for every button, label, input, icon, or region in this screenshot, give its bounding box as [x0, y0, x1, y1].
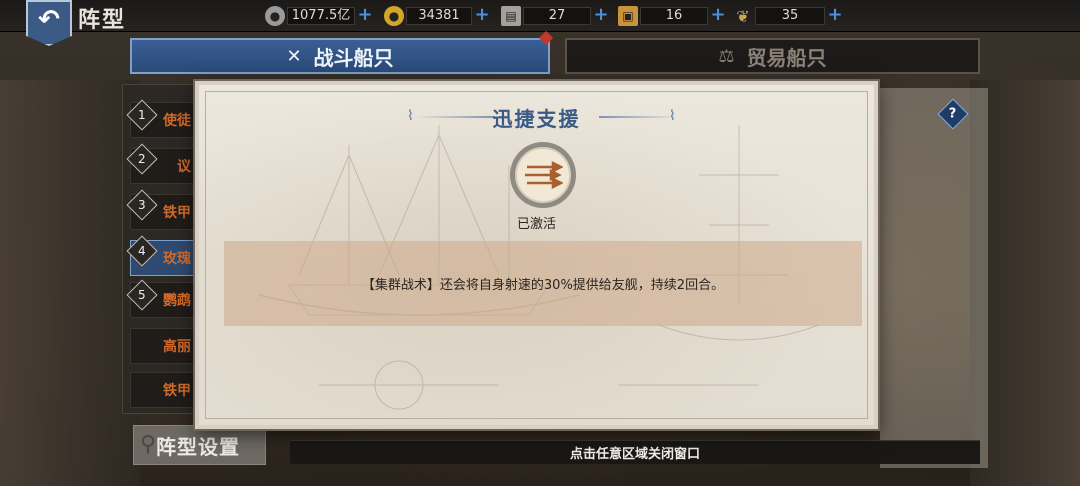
- list-item-label: 铁甲: [163, 383, 191, 399]
- right-panel: [880, 88, 988, 468]
- skill-description: 【集群战术】还会将自身射速的30%提供给友舰，持续2回合。: [361, 278, 725, 293]
- close-hint[interactable]: 点击任意区域关闭窗口: [290, 440, 980, 464]
- tab-trade-ships[interactable]: ⚖ 贸易船只: [565, 38, 980, 74]
- add-gold-button[interactable]: +: [474, 6, 490, 24]
- triple-arrows-icon: [515, 147, 571, 203]
- formation-settings-label: 阵型设置: [156, 434, 240, 459]
- page-title: 阵型: [78, 8, 127, 33]
- list-item-label: 高丽: [163, 339, 191, 355]
- background-map-left: [0, 80, 140, 486]
- question-icon: ?: [949, 106, 957, 122]
- resource-silver: ● 1077.5亿 +: [265, 6, 373, 26]
- pin-icon: ⚲: [140, 432, 158, 457]
- skill-info-modal[interactable]: ⌇ 迅捷支援 ⌇ 已激活 【集群战术】还会将自身射速的30%提供给友舰，持续2回…: [195, 81, 878, 429]
- tab-label: 贸易船只: [746, 45, 827, 70]
- modal-title: 迅捷支援: [492, 107, 581, 131]
- add-scroll-button[interactable]: +: [593, 6, 609, 24]
- list-item-label: 玫瑰: [163, 251, 191, 267]
- list-item-label: 议: [177, 159, 191, 175]
- title-ornament-curl-right: ⌇: [669, 108, 676, 124]
- back-arrow-icon: ↶: [38, 5, 60, 35]
- crossed-swords-icon: ✕: [286, 45, 302, 67]
- medal-icon: ▣: [618, 6, 638, 26]
- resource-value: 27: [523, 7, 591, 25]
- skill-emblem: [510, 142, 576, 208]
- scroll-icon: ▤: [501, 6, 521, 26]
- resource-value: 35: [755, 7, 825, 25]
- resource-gold: ● 34381 +: [384, 6, 490, 26]
- add-laurel-button[interactable]: +: [827, 6, 843, 24]
- scales-icon: ⚖: [718, 45, 735, 67]
- skill-status: 已激活: [516, 217, 556, 232]
- add-medal-button[interactable]: +: [710, 6, 726, 24]
- title-ornament-right: [599, 116, 679, 118]
- list-item[interactable]: 铁甲: [130, 372, 200, 408]
- tab-label: 战斗船只: [313, 45, 394, 70]
- list-item-label: 鹦鹉: [163, 293, 191, 309]
- resource-scroll: ▤ 27 +: [501, 6, 609, 26]
- gold-coin-icon: ●: [384, 6, 404, 26]
- tab-battle-ships[interactable]: ✕ 战斗船只: [130, 38, 550, 74]
- resource-medal: ▣ 16 +: [618, 6, 726, 26]
- laurel-icon: ❦: [736, 6, 750, 26]
- add-silver-button[interactable]: +: [357, 6, 373, 24]
- list-item-label: 铁甲: [163, 205, 191, 221]
- formation-settings-button[interactable]: ⚲ 阵型设置: [133, 425, 266, 465]
- silver-coin-icon: ●: [265, 6, 285, 26]
- resource-value: 34381: [406, 7, 472, 25]
- list-item[interactable]: 高丽: [130, 328, 200, 364]
- resource-value: 1077.5亿: [287, 7, 355, 25]
- resource-value: 16: [640, 7, 708, 25]
- resource-laurel: ❦ 35 +: [733, 6, 843, 26]
- skill-description-box: 【集群战术】还会将自身射速的30%提供给友舰，持续2回合。: [224, 241, 862, 326]
- list-item-label: 使徒: [163, 113, 191, 129]
